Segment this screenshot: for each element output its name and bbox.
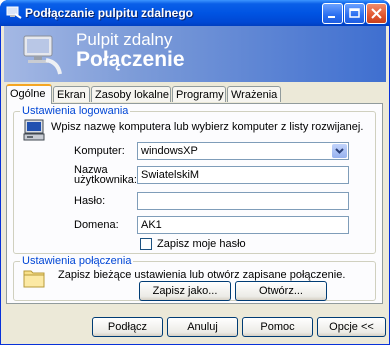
tab-local-resources[interactable]: Zasoby lokalne bbox=[91, 86, 171, 102]
remote-desktop-logo-icon bbox=[23, 35, 62, 75]
close-button[interactable] bbox=[366, 3, 387, 24]
tab-display[interactable]: Ekran bbox=[53, 86, 90, 102]
login-settings-title: Ustawienia logowania bbox=[20, 105, 131, 117]
computer-icon bbox=[23, 119, 45, 141]
open-button[interactable]: Otwórz... bbox=[235, 281, 327, 301]
chevron-down-icon bbox=[335, 148, 344, 154]
username-value: SwiatelskiM bbox=[141, 169, 200, 181]
connect-button[interactable]: Podłącz bbox=[92, 317, 163, 337]
tab-experience[interactable]: Wrażenia bbox=[227, 86, 281, 102]
save-as-button[interactable]: Zapisz jako... bbox=[139, 281, 231, 301]
username-label-line2: użytkownika: bbox=[74, 174, 137, 186]
maximize-button[interactable] bbox=[344, 3, 365, 24]
header-banner: Pulpit zdalny Połączenie bbox=[4, 26, 386, 82]
maximize-icon bbox=[349, 8, 360, 18]
tab-panel-general: Ustawienia logowania Wpisz nazwę kompute… bbox=[6, 103, 383, 304]
connection-description: Zapisz bieżące ustawienia lub otwórz zap… bbox=[58, 269, 346, 281]
close-icon bbox=[371, 8, 382, 19]
password-label: Hasło: bbox=[74, 195, 106, 207]
computer-label: Komputer: bbox=[74, 145, 125, 157]
domain-value: AK1 bbox=[141, 219, 162, 231]
username-field[interactable]: SwiatelskiM bbox=[137, 166, 349, 184]
computer-combobox[interactable]: windowsXP bbox=[137, 142, 349, 160]
minimize-button[interactable] bbox=[322, 3, 343, 24]
dialog-window: Podłączanie pulpitu zdalnego Pulpit zdal… bbox=[0, 0, 390, 345]
options-button[interactable]: Opcje << bbox=[317, 317, 386, 337]
banner-subtitle: Pulpit zdalny bbox=[76, 30, 173, 49]
banner-title: Połączenie bbox=[76, 48, 185, 71]
tab-general[interactable]: Ogólne bbox=[6, 84, 52, 104]
dropdown-button[interactable] bbox=[332, 144, 347, 158]
cancel-button[interactable]: Anuluj bbox=[167, 317, 238, 337]
folder-icon bbox=[23, 270, 45, 288]
help-button[interactable]: Pomoc bbox=[242, 317, 313, 337]
tab-programs[interactable]: Programy bbox=[172, 86, 226, 102]
window-title: Podłączanie pulpitu zdalnego bbox=[25, 6, 194, 20]
remote-desktop-icon bbox=[6, 6, 22, 19]
password-field[interactable] bbox=[137, 192, 349, 210]
login-settings-group: Ustawienia logowania Wpisz nazwę kompute… bbox=[13, 105, 376, 254]
domain-label: Domena: bbox=[74, 219, 119, 231]
title-bar[interactable]: Podłączanie pulpitu zdalnego bbox=[0, 0, 390, 26]
connection-settings-title: Ustawienia połączenia bbox=[20, 255, 134, 267]
computer-value: windowsXP bbox=[141, 145, 198, 157]
domain-field[interactable]: AK1 bbox=[137, 216, 349, 234]
minimize-icon bbox=[328, 16, 335, 18]
save-password-checkbox[interactable] bbox=[140, 238, 152, 250]
save-password-label[interactable]: Zapisz moje hasło bbox=[157, 238, 246, 250]
login-description: Wpisz nazwę komputera lub wybierz komput… bbox=[51, 121, 364, 133]
